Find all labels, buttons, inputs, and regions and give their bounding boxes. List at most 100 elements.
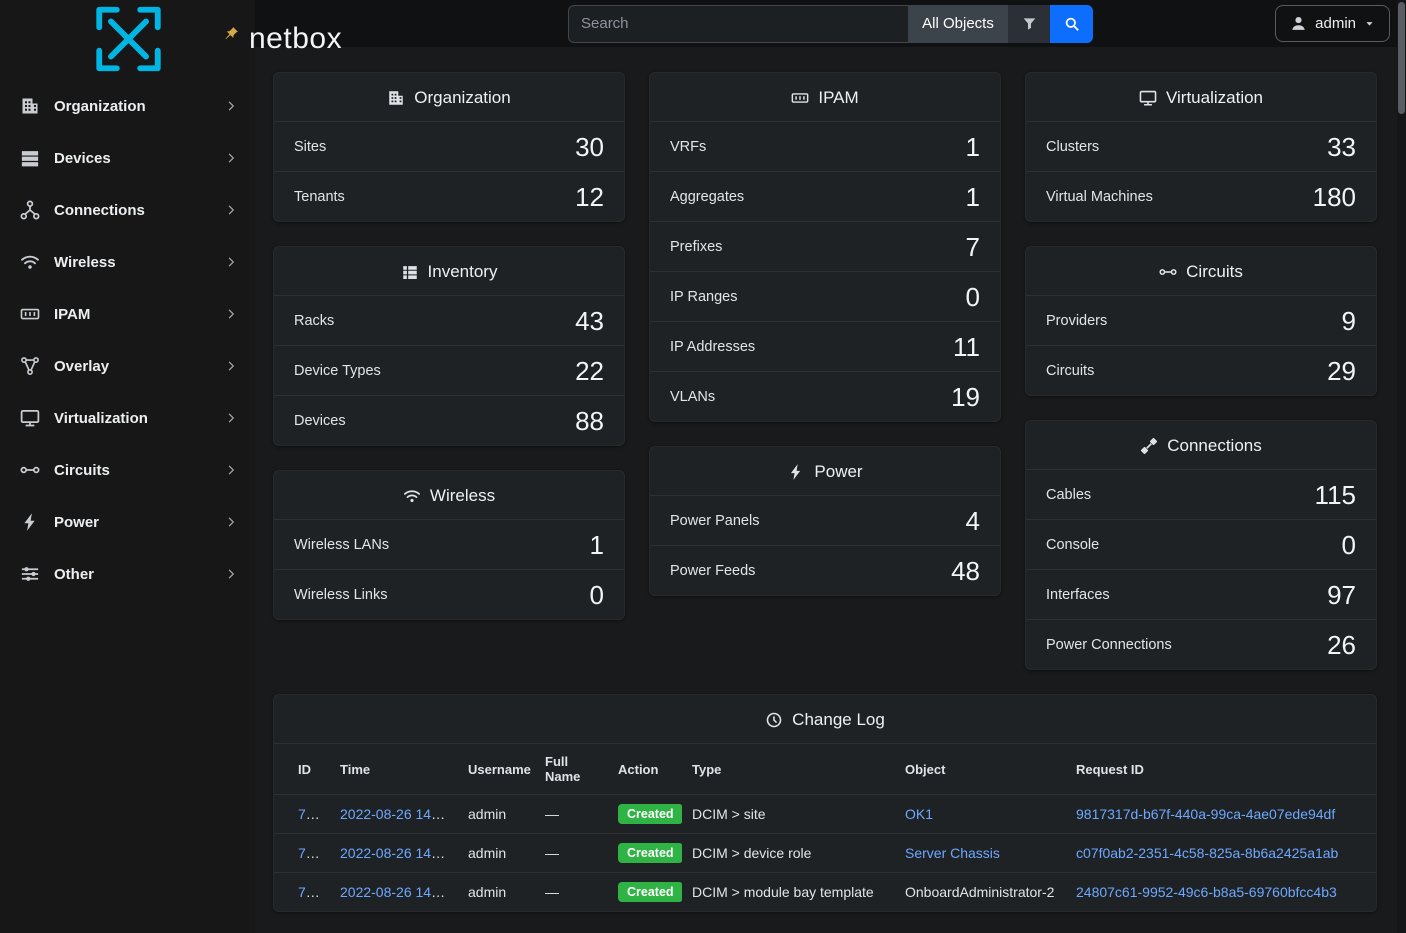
- counter-icon: [791, 89, 809, 107]
- stat-label: Interfaces: [1046, 587, 1110, 603]
- column-header-id: ID: [274, 744, 330, 795]
- change-id-link[interactable]: 753: [298, 884, 321, 900]
- stat-label: Console: [1046, 537, 1099, 553]
- stat-row: Clusters 33: [1026, 121, 1376, 171]
- brand[interactable]: netbox: [0, 0, 255, 78]
- sidebar-item-organization[interactable]: Organization: [0, 80, 255, 132]
- change-time-link[interactable]: 2022-08-26 14:17: [340, 845, 451, 861]
- stat-value[interactable]: 30: [575, 134, 604, 160]
- card-ipam: IPAM VRFs 1 Aggregates 1 Prefixes 7: [649, 72, 1001, 422]
- card-title: Change Log: [792, 710, 885, 730]
- sidebar-nav: Organization Devices Connections Wireles…: [0, 78, 255, 602]
- stat-value[interactable]: 1: [966, 184, 980, 210]
- user-menu-button[interactable]: admin: [1275, 5, 1390, 42]
- stat-value[interactable]: 88: [575, 408, 604, 434]
- transit-icon: [20, 460, 40, 480]
- request-id-link[interactable]: 24807c61-9952-49c6-b8a5-69760bfcc4b3: [1076, 884, 1337, 900]
- stat-value[interactable]: 11: [953, 334, 980, 360]
- stat-value[interactable]: 115: [1315, 482, 1356, 508]
- stat-value[interactable]: 4: [966, 508, 980, 534]
- sidebar-item-label: Power: [54, 514, 225, 531]
- card-header: Circuits: [1026, 247, 1376, 295]
- sidebar-item-ipam[interactable]: IPAM: [0, 288, 255, 340]
- sidebar-pin-icon[interactable]: [224, 26, 239, 41]
- bolt-icon: [20, 512, 40, 532]
- stat-value[interactable]: 43: [575, 308, 604, 334]
- stat-label: Power Connections: [1046, 637, 1172, 653]
- stat-value[interactable]: 7: [966, 234, 980, 260]
- stat-value[interactable]: 180: [1313, 184, 1356, 210]
- stat-row: IP Ranges 0: [650, 271, 1000, 321]
- stat-value[interactable]: 0: [590, 582, 604, 608]
- stat-value[interactable]: 29: [1327, 358, 1356, 384]
- sidebar-item-devices[interactable]: Devices: [0, 132, 255, 184]
- sidebar-item-power[interactable]: Power: [0, 496, 255, 548]
- action-badge: Created: [618, 804, 682, 824]
- scrollbar-thumb[interactable]: [1398, 2, 1405, 114]
- stat-label: Power Panels: [670, 513, 759, 529]
- sidebar-item-label: Connections: [54, 202, 225, 219]
- filter-button[interactable]: [1008, 5, 1050, 43]
- topbar: All Objects admin: [255, 0, 1406, 47]
- stat-value[interactable]: 97: [1327, 582, 1356, 608]
- sidebar-item-wireless[interactable]: Wireless: [0, 236, 255, 288]
- stat-value[interactable]: 26: [1327, 632, 1356, 658]
- sidebar-item-virtualization[interactable]: Virtualization: [0, 392, 255, 444]
- search-submit-button[interactable]: [1050, 5, 1093, 43]
- stat-row: Cables 115: [1026, 469, 1376, 519]
- stat-value[interactable]: 9: [1342, 308, 1356, 334]
- scrollbar[interactable]: [1397, 0, 1406, 933]
- main-area: All Objects admin Organization: [255, 0, 1406, 933]
- change-time-link[interactable]: 2022-08-26 14:22: [340, 806, 451, 822]
- chevron-right-icon: [225, 204, 237, 216]
- sidebar-item-overlay[interactable]: Overlay: [0, 340, 255, 392]
- request-id-link[interactable]: 9817317d-b67f-440a-99ca-4ae07ede94df: [1076, 806, 1335, 822]
- stat-value[interactable]: 22: [575, 358, 604, 384]
- change-time-link[interactable]: 2022-08-26 14:15: [340, 884, 451, 900]
- object-link[interactable]: Server Chassis: [905, 845, 1000, 861]
- column-header-full-name: Full Name: [535, 744, 608, 795]
- stat-value[interactable]: 1: [590, 532, 604, 558]
- stat-row: Wireless Links 0: [274, 569, 624, 619]
- card-wireless: Wireless Wireless LANs 1 Wireless Links …: [273, 470, 625, 620]
- object-link[interactable]: OK1: [905, 806, 933, 822]
- chevron-right-icon: [225, 360, 237, 372]
- search-scope-button[interactable]: All Objects: [908, 5, 1008, 43]
- building-icon: [20, 96, 40, 116]
- brand-name: netbox: [249, 22, 342, 56]
- sidebar-item-label: Organization: [54, 98, 225, 115]
- stat-label: VLANs: [670, 389, 715, 405]
- stat-row: Sites 30: [274, 121, 624, 171]
- sidebar-item-circuits[interactable]: Circuits: [0, 444, 255, 496]
- graph-icon: [20, 356, 40, 376]
- search-input[interactable]: [568, 5, 908, 43]
- sidebar-item-other[interactable]: Other: [0, 548, 255, 600]
- stat-value[interactable]: 12: [575, 184, 604, 210]
- card-title: Circuits: [1186, 262, 1243, 282]
- stat-value[interactable]: 33: [1327, 134, 1356, 160]
- sidebar-item-connections[interactable]: Connections: [0, 184, 255, 236]
- chevron-right-icon: [225, 308, 237, 320]
- card-title: IPAM: [818, 88, 858, 108]
- stat-value[interactable]: 0: [1342, 532, 1356, 558]
- card-inventory: Inventory Racks 43 Device Types 22 Devic…: [273, 246, 625, 446]
- sidebar-item-label: Wireless: [54, 254, 225, 271]
- stat-value[interactable]: 0: [966, 284, 980, 310]
- change-id-link[interactable]: 755: [298, 806, 321, 822]
- stat-label: Racks: [294, 313, 334, 329]
- sidebar-item-label: Overlay: [54, 358, 225, 375]
- stat-row: VLANs 19: [650, 371, 1000, 421]
- stat-label: Wireless LANs: [294, 537, 389, 553]
- dashboard-grid: Organization Sites 30 Tenants 12 Invento…: [273, 72, 1388, 670]
- stat-value[interactable]: 48: [951, 558, 980, 584]
- stat-value[interactable]: 19: [951, 384, 980, 410]
- stat-row: Circuits 29: [1026, 345, 1376, 395]
- change-id-link[interactable]: 754: [298, 845, 321, 861]
- chevron-right-icon: [225, 568, 237, 580]
- cell-full-name: —: [535, 873, 608, 912]
- stat-value[interactable]: 1: [966, 134, 980, 160]
- request-id-link[interactable]: c07f0ab2-2351-4c58-825a-8b6a2425a1ab: [1076, 845, 1338, 861]
- card-header: Inventory: [274, 247, 624, 295]
- column-header-object: Object: [895, 744, 1066, 795]
- card-title: Connections: [1167, 436, 1262, 456]
